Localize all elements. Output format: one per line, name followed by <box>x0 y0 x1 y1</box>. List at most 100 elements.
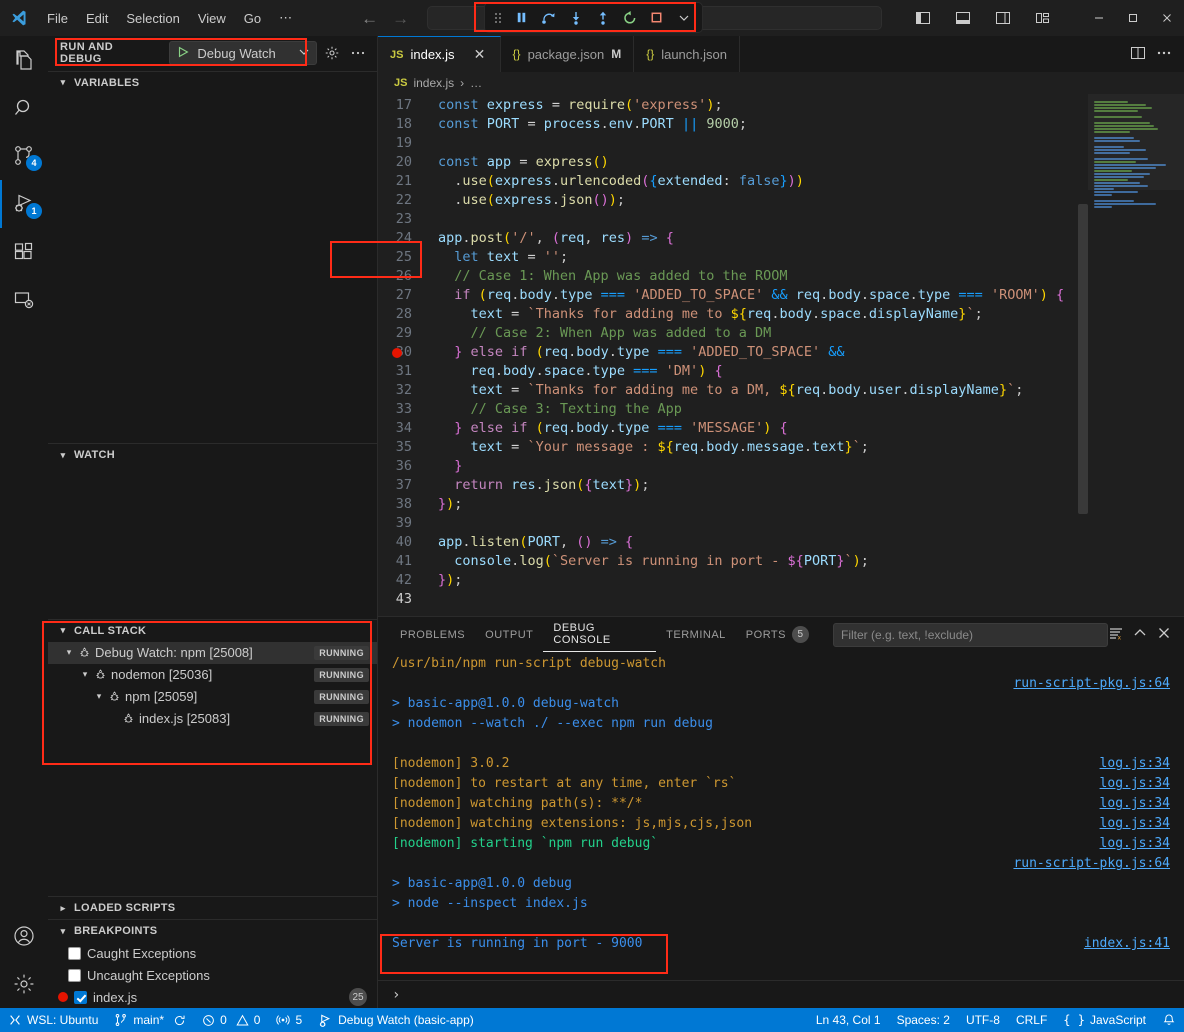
console-source-link[interactable]: log.js:34 <box>1100 836 1170 851</box>
minimap[interactable] <box>1088 94 1184 616</box>
minimap-slider[interactable] <box>1088 94 1184 190</box>
launch-configuration-selector[interactable]: Debug Watch <box>169 41 317 65</box>
restart-button[interactable] <box>617 5 642 30</box>
activitybar-item-search[interactable] <box>0 84 48 132</box>
editor-tab-index-js[interactable]: JS index.js ✕ <box>378 36 501 72</box>
loaded-scripts-pane-header[interactable]: ▸ LOADED SCRIPTS <box>48 897 377 919</box>
editor-tab-launch-json[interactable]: {} launch.json <box>634 36 740 72</box>
navigation-arrows[interactable]: ← → <box>361 10 409 27</box>
watch-pane-header[interactable]: ▾ WATCH <box>48 444 377 466</box>
step-over-button[interactable] <box>536 5 561 30</box>
call-stack-row[interactable]: ▾ Debug Watch: npm [25008] RUNNING <box>48 642 377 664</box>
go-back-icon[interactable]: ← <box>361 10 378 27</box>
status-language-mode[interactable]: { } JavaScript <box>1055 1008 1154 1032</box>
console-source-link[interactable]: run-script-pkg.js:64 <box>1013 856 1170 871</box>
customize-layout-button[interactable] <box>1026 3 1060 33</box>
call-stack-pane-header[interactable]: ▾ CALL STACK <box>48 620 377 642</box>
status-problems[interactable]: 0 0 <box>194 1008 268 1032</box>
activitybar-item-accounts[interactable] <box>0 912 48 960</box>
call-stack-row[interactable]: ▾ nodemon [25036] RUNNING <box>48 664 377 686</box>
pause-button[interactable] <box>509 5 534 30</box>
activitybar-item-run-and-debug[interactable]: 1 <box>0 180 48 228</box>
menu-file[interactable]: File <box>38 7 77 30</box>
status-remote-indicator[interactable]: WSL: Ubuntu <box>0 1008 106 1032</box>
close-icon[interactable]: ✕ <box>472 46 488 63</box>
editor-tab-package-json[interactable]: {} package.json M <box>501 36 635 72</box>
menu-edit[interactable]: Edit <box>77 7 117 30</box>
breakpoint-checkbox[interactable] <box>68 947 81 960</box>
status-encoding[interactable]: UTF-8 <box>958 1008 1008 1032</box>
menu-go[interactable]: Go <box>235 7 270 30</box>
clear-console-icon[interactable]: x <box>1108 625 1124 644</box>
breakpoint-checkbox[interactable] <box>74 991 87 1004</box>
breakpoint-row-index-js[interactable]: index.js 25 <box>48 986 377 1008</box>
console-source-link[interactable]: log.js:34 <box>1100 816 1170 831</box>
variables-pane-header[interactable]: ▾ VARIABLES <box>48 72 377 94</box>
breadcrumb-file[interactable]: index.js <box>413 76 454 90</box>
code-editor[interactable]: 17const express = require('express'); 18… <box>378 94 1184 616</box>
debug-console-input[interactable]: › <box>378 980 1184 1008</box>
activitybar-item-explorer[interactable] <box>0 36 48 84</box>
status-debug-session[interactable]: Debug Watch (basic-app) <box>310 1008 482 1032</box>
step-into-button[interactable] <box>563 5 588 30</box>
breakpoint-row-uncaught-exceptions[interactable]: Uncaught Exceptions <box>48 964 377 986</box>
minimize-button[interactable] <box>1082 3 1116 33</box>
console-source-link[interactable]: run-script-pkg.js:64 <box>1013 676 1170 691</box>
breadcrumb[interactable]: JS index.js › … <box>378 72 1184 94</box>
console-source-link[interactable]: log.js:34 <box>1100 796 1170 811</box>
console-source-link[interactable]: index.js:41 <box>1084 936 1170 951</box>
drag-handle-icon[interactable] <box>491 11 505 25</box>
go-forward-icon[interactable]: → <box>392 10 409 27</box>
console-filter-input[interactable]: Filter (e.g. text, !exclude) <box>833 623 1108 647</box>
activitybar-item-manage[interactable] <box>0 960 48 1008</box>
call-stack-row[interactable]: ▾ npm [25059] RUNNING <box>48 686 377 708</box>
debug-toolbar[interactable] <box>484 2 703 33</box>
code-content[interactable]: 17const express = require('express'); 18… <box>378 94 1088 616</box>
step-out-button[interactable] <box>590 5 615 30</box>
status-notifications[interactable] <box>1154 1008 1184 1032</box>
panel-tab-ports[interactable]: PORTS 5 <box>736 617 819 652</box>
stop-button[interactable] <box>644 5 669 30</box>
breakpoint-row-caught-exceptions[interactable]: Caught Exceptions <box>48 942 377 964</box>
more-actions-icon[interactable] <box>1156 45 1172 64</box>
breakpoint-glyph-icon[interactable] <box>392 348 402 358</box>
toggle-panel-button[interactable] <box>946 3 980 33</box>
split-editor-icon[interactable] <box>1130 45 1146 64</box>
activitybar-item-remote-explorer[interactable] <box>0 276 48 324</box>
panel-tab-debug-console[interactable]: DEBUG CONSOLE <box>543 617 656 652</box>
console-source-link[interactable]: log.js:34 <box>1100 756 1170 771</box>
toggle-secondary-sidebar-button[interactable] <box>986 3 1020 33</box>
debug-configure-gear-icon[interactable] <box>321 42 343 64</box>
status-indentation[interactable]: Spaces: 2 <box>889 1008 958 1032</box>
status-eol[interactable]: CRLF <box>1008 1008 1055 1032</box>
chevron-down-icon[interactable]: ▾ <box>92 691 106 702</box>
breakpoints-pane-header[interactable]: ▾ BREAKPOINTS <box>48 920 377 942</box>
call-stack-row[interactable]: index.js [25083] RUNNING <box>48 708 377 730</box>
menu-more[interactable]: ⋯ <box>270 6 301 30</box>
panel-tab-output[interactable]: OUTPUT <box>475 617 543 652</box>
menu-view[interactable]: View <box>189 7 235 30</box>
editor-scrollbar[interactable] <box>1078 204 1088 514</box>
breakpoint-checkbox[interactable] <box>68 969 81 982</box>
status-editor-position[interactable]: Ln 43, Col 1 <box>808 1008 889 1032</box>
maximize-button[interactable] <box>1116 3 1150 33</box>
debug-console-output[interactable]: /usr/bin/npm run-script debug-watch run-… <box>378 652 1184 980</box>
panel-tab-terminal[interactable]: TERMINAL <box>656 617 736 652</box>
menu-bar[interactable]: File Edit Selection View Go ⋯ <box>38 6 301 30</box>
console-source-link[interactable]: log.js:34 <box>1100 776 1170 791</box>
status-ports-forwarded[interactable]: 5 <box>268 1008 310 1032</box>
breadcrumb-symbol[interactable]: … <box>470 76 482 90</box>
chevron-down-icon[interactable]: ▾ <box>78 669 92 680</box>
play-icon[interactable] <box>176 45 190 62</box>
sidebar-more-actions-icon[interactable] <box>347 42 369 64</box>
close-window-button[interactable] <box>1150 3 1184 33</box>
session-dropdown-chevron-icon[interactable] <box>671 5 696 30</box>
status-git-branch[interactable]: main* <box>106 1008 194 1032</box>
chevron-down-icon[interactable] <box>298 46 310 61</box>
chevron-down-icon[interactable]: ▾ <box>62 647 76 658</box>
close-panel-icon[interactable] <box>1156 625 1172 644</box>
menu-selection[interactable]: Selection <box>117 7 188 30</box>
panel-tab-problems[interactable]: PROBLEMS <box>390 617 475 652</box>
maximize-panel-icon[interactable] <box>1132 625 1148 644</box>
toggle-primary-sidebar-button[interactable] <box>906 3 940 33</box>
